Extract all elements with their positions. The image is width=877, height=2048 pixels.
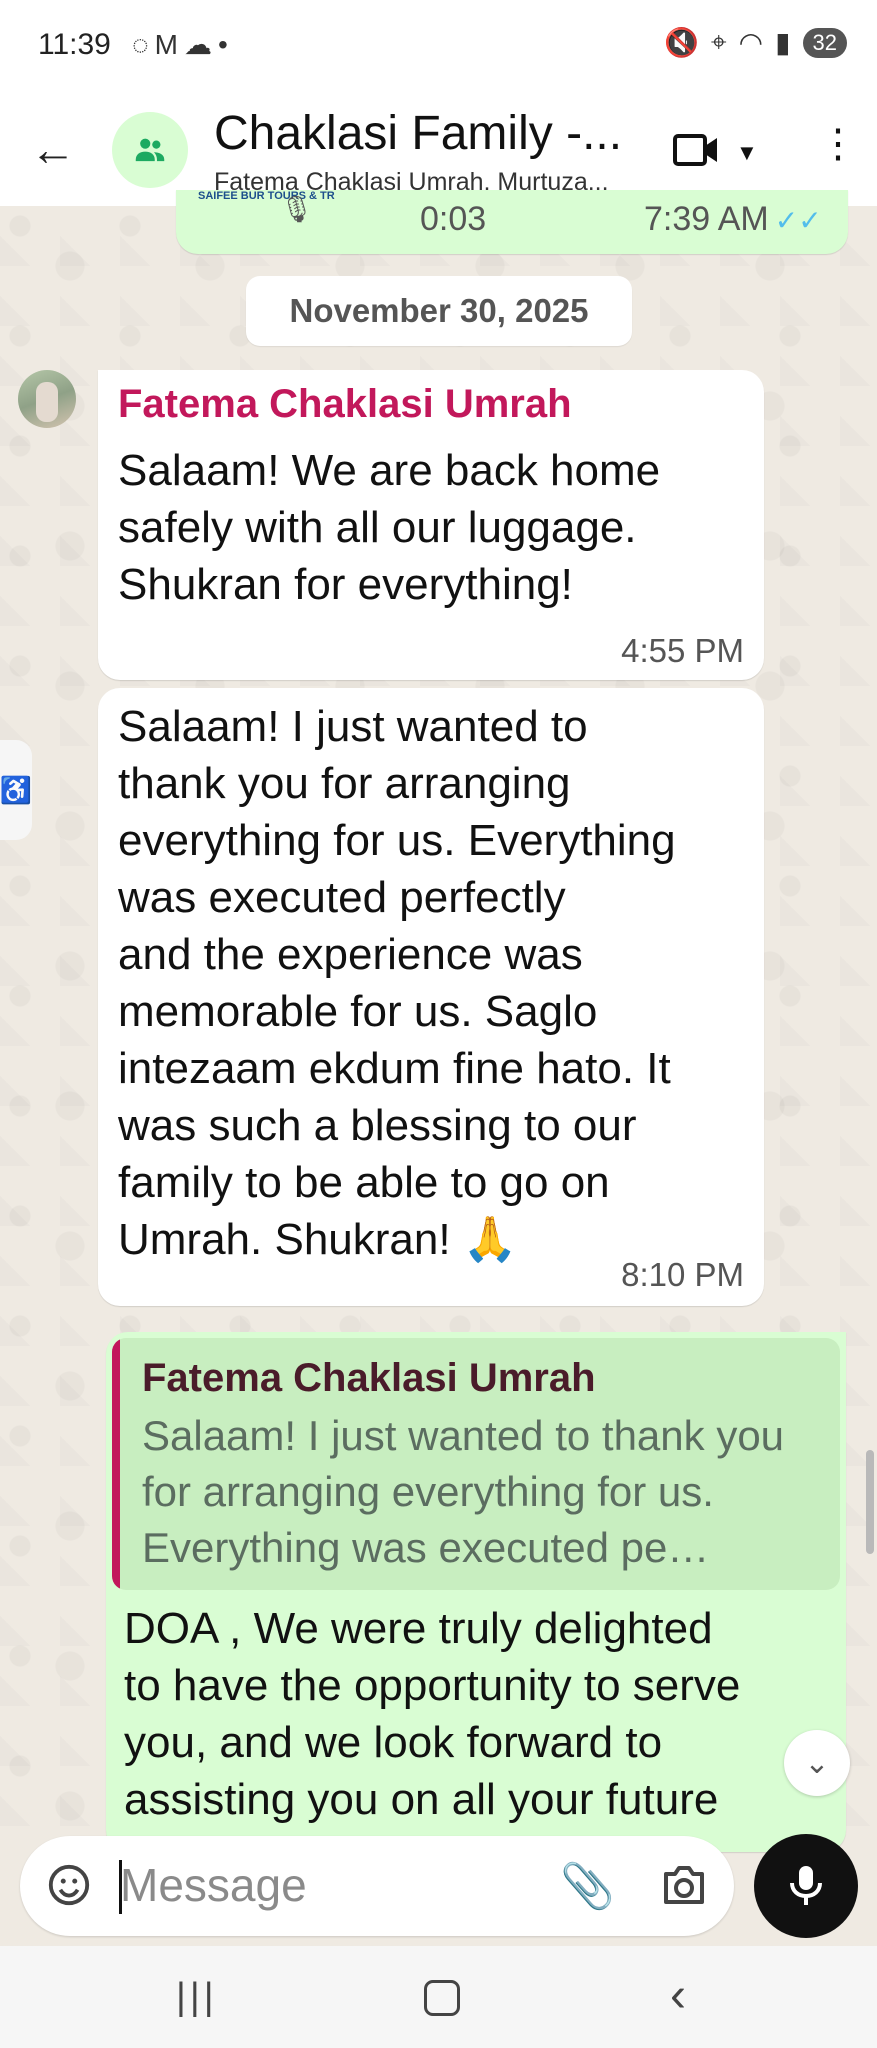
sender-avatar[interactable] bbox=[18, 370, 76, 428]
more-options-icon[interactable]: ⋮ bbox=[818, 124, 858, 164]
quoted-sender: Fatema Chaklasi Umrah bbox=[142, 1356, 596, 1400]
quoted-message[interactable]: Fatema Chaklasi Umrah Salaam! I just wan… bbox=[112, 1338, 840, 1590]
camera-icon[interactable] bbox=[660, 1862, 708, 1908]
status-time: 11:39 bbox=[38, 28, 111, 61]
signal-icon: ▮ bbox=[775, 27, 791, 58]
message-bubble[interactable]: Fatema Chaklasi Umrah Salaam! We are bac… bbox=[98, 370, 764, 680]
chat-title[interactable]: Chaklasi Family -... bbox=[214, 106, 622, 161]
group-avatar[interactable] bbox=[112, 112, 188, 188]
voice-record-button[interactable] bbox=[754, 1834, 858, 1938]
message-bubble[interactable]: Salaam! I just wanted to thank you for a… bbox=[98, 688, 764, 1306]
voice-thumbnail: SAIFEE BUR TOURS & TR bbox=[198, 190, 335, 202]
scrollbar-thumb[interactable] bbox=[866, 1450, 874, 1554]
voice-message-bubble[interactable]: SAIFEE BUR TOURS & TR 🎙 0:03 7:39 AM ✓✓ bbox=[176, 190, 848, 254]
system-icons: 🔇 ⌖ ◠ ▮ 32 bbox=[664, 26, 847, 59]
battery-icon: 32 bbox=[802, 27, 847, 58]
message-text: Salaam! I just wanted to thank you for a… bbox=[118, 702, 676, 1264]
quoted-text: Salaam! I just wanted to thank you for a… bbox=[142, 1412, 785, 1571]
accessibility-icon[interactable]: ♿ bbox=[0, 740, 32, 840]
cloud-icon: ☁ bbox=[183, 29, 218, 60]
group-icon bbox=[135, 138, 165, 162]
mute-icon: 🔇 bbox=[664, 27, 699, 58]
microphone-icon: 🎙 bbox=[280, 194, 314, 224]
call-dropdown-icon[interactable]: ▼ bbox=[736, 140, 758, 166]
attach-icon[interactable]: 📎 bbox=[560, 1860, 615, 1912]
wifi-icon: ◠ bbox=[738, 27, 764, 58]
voice-duration: 0:03 bbox=[420, 200, 487, 238]
message-text: Salaam! We are back home safely with all… bbox=[118, 446, 661, 609]
sender-name[interactable]: Fatema Chaklasi Umrah bbox=[118, 382, 572, 427]
voice-time: 7:39 AM ✓✓ bbox=[644, 200, 822, 238]
system-navigation-bar: ||| ‹ bbox=[0, 1946, 877, 2048]
scroll-to-bottom-button[interactable]: ⌄ bbox=[784, 1730, 850, 1796]
quote-accent-bar bbox=[112, 1338, 120, 1590]
video-call-icon[interactable] bbox=[672, 130, 720, 170]
gmail-icon: M bbox=[154, 29, 184, 60]
recents-icon[interactable]: ||| bbox=[176, 1976, 218, 2019]
message-input[interactable] bbox=[120, 1854, 540, 1916]
reply-message-bubble[interactable]: Fatema Chaklasi Umrah Salaam! I just wan… bbox=[106, 1332, 846, 1852]
read-ticks-icon: ✓✓ bbox=[774, 205, 822, 236]
double-chevron-down-icon: ⌄ bbox=[804, 1746, 830, 1780]
date-separator: November 30, 2025 bbox=[246, 276, 632, 346]
microphone-icon bbox=[790, 1866, 822, 1905]
message-time: 8:10 PM bbox=[621, 1256, 744, 1293]
notification-icons: ◌M☁• bbox=[132, 28, 234, 61]
location-icon: ⌖ bbox=[710, 26, 727, 57]
message-composer: 📎 bbox=[20, 1836, 734, 1936]
status-bar: 11:39 ◌M☁• 🔇 ⌖ ◠ ▮ 32 bbox=[0, 0, 877, 96]
nav-back-icon[interactable]: ‹ bbox=[670, 1968, 686, 2023]
message-time: 4:55 PM bbox=[621, 632, 744, 669]
whatsapp-icon: ◌ bbox=[132, 29, 155, 60]
message-text: DOA , We were truly delighted to have th… bbox=[124, 1604, 741, 1824]
back-arrow-icon[interactable]: ← bbox=[30, 126, 76, 172]
sticker-icon[interactable] bbox=[46, 1862, 92, 1908]
home-icon[interactable] bbox=[424, 1980, 460, 2016]
dot-icon: • bbox=[217, 29, 234, 60]
